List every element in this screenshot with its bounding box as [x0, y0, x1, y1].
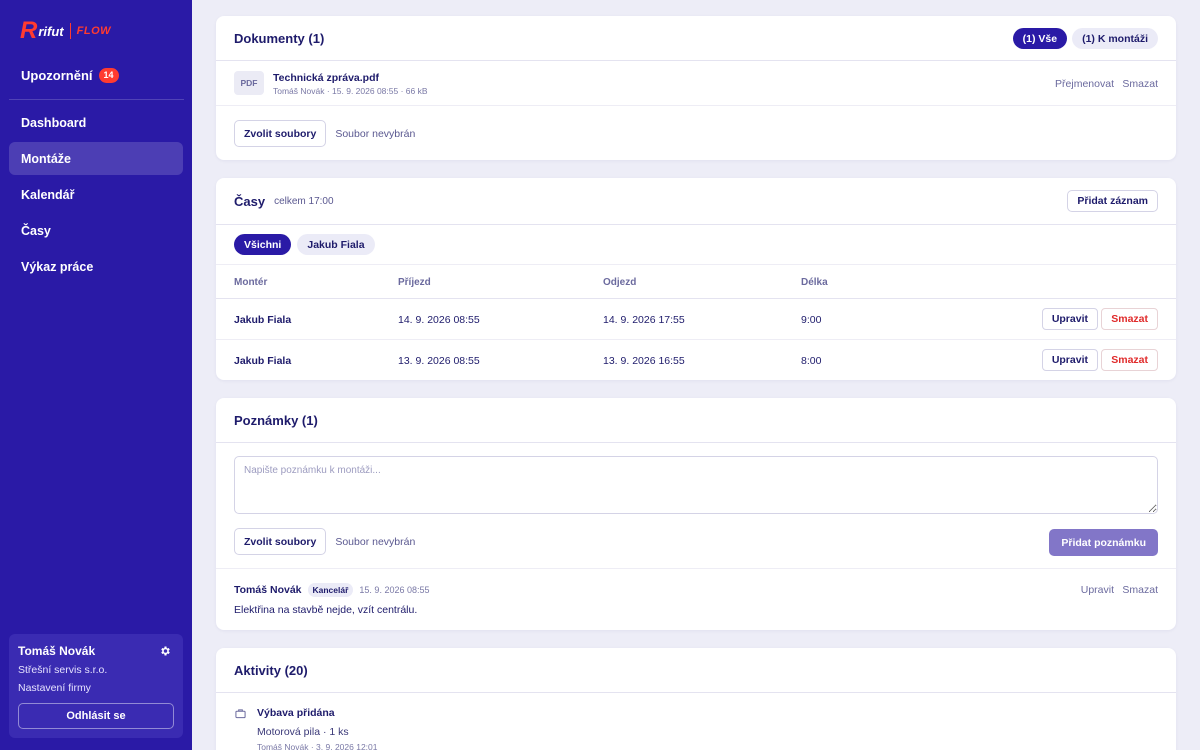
filter-worker-jakub-fiala[interactable]: Jakub Fiala: [297, 234, 375, 255]
rename-document-link[interactable]: Přejmenovat: [1055, 78, 1114, 90]
sidebar: R rifut FLOW Upozornění 14 Dashboard Mon…: [0, 0, 192, 750]
pdf-file-icon: PDF: [234, 71, 264, 95]
user-name: Tomáš Novák: [18, 644, 96, 658]
documents-header: Dokumenty (1) (1) Vše (1) K montáži: [216, 16, 1176, 61]
sidebar-item-casy[interactable]: Časy: [9, 214, 183, 247]
sidebar-item-montaze[interactable]: Montáže: [9, 142, 183, 175]
choose-files-button[interactable]: Zvolit soubory: [234, 528, 327, 555]
activity-title: Výbava přidána: [257, 707, 335, 719]
brand-mark: R: [20, 17, 38, 44]
delete-document-link[interactable]: Smazat: [1122, 78, 1158, 90]
no-file-label: Soubor nevybrán: [335, 535, 416, 548]
column-duration: Délka: [801, 277, 828, 288]
activity-meta: Tomáš Novák · 3. 9. 2026 12:01: [257, 742, 378, 750]
times-title: Časy: [234, 193, 266, 209]
notes-divider: [216, 568, 1176, 569]
table-row: Jakub Fiala 14. 9. 2026 08:55 14. 9. 202…: [216, 299, 1176, 340]
notifications-link[interactable]: Upozornění 14: [21, 68, 119, 83]
document-name[interactable]: Technická zpráva.pdf: [273, 72, 379, 84]
user-company: Střešní servis s.r.o.: [18, 664, 108, 676]
delete-row-button[interactable]: Smazat: [1101, 308, 1158, 330]
sidebar-item-kalendar[interactable]: Kalendář: [9, 178, 183, 211]
documents-card: Dokumenty (1) (1) Vše (1) K montáži PDF …: [216, 16, 1176, 160]
column-arrival: Příjezd: [398, 277, 431, 288]
times-table-header: Montér Příjezd Odjezd Délka: [216, 265, 1176, 299]
cell-worker: Jakub Fiala: [234, 314, 292, 326]
note-textarea[interactable]: [234, 456, 1158, 514]
document-row[interactable]: PDF Technická zpráva.pdf Tomáš Novák · 1…: [216, 61, 1176, 106]
user-card: Tomáš Novák Střešní servis s.r.o. Nastav…: [9, 634, 183, 738]
note-item-header: Tomáš Novák Kancelář 15. 9. 2026 08:55: [234, 583, 429, 597]
cell-arrival: 13. 9. 2026 08:55: [398, 355, 480, 367]
note-date: 15. 9. 2026 08:55: [359, 585, 430, 595]
activity-detail: Motorová pila · 1 ks: [257, 726, 349, 738]
column-worker: Montér: [234, 277, 268, 288]
activities-card: Aktivity (20) Výbava přidána Motorová pi…: [216, 648, 1176, 750]
cell-departure: 13. 9. 2026 16:55: [603, 355, 685, 367]
cell-duration: 8:00: [801, 355, 822, 367]
filter-k-montazi[interactable]: (1) K montáži: [1072, 28, 1158, 49]
note-author: Tomáš Novák: [234, 584, 302, 596]
times-card: Časy celkem 17:00 Přidat záznam Všichni …: [216, 178, 1176, 380]
choose-files-button[interactable]: Zvolit soubory: [234, 120, 327, 147]
table-row: Jakub Fiala 13. 9. 2026 08:55 13. 9. 202…: [216, 340, 1176, 380]
notes-upload: Zvolit soubory Soubor nevybrán: [234, 528, 415, 555]
sidebar-nav: Dashboard Montáže Kalendář Časy Výkaz pr…: [9, 106, 183, 286]
documents-filters: (1) Vše (1) K montáži: [1012, 28, 1158, 49]
brand-name: rifut: [38, 23, 64, 39]
sidebar-item-vykaz-prace[interactable]: Výkaz práce: [9, 250, 183, 283]
activities-title: Aktivity (20): [234, 662, 308, 678]
edit-row-button[interactable]: Upravit: [1041, 349, 1098, 371]
edit-note-link[interactable]: Upravit: [1081, 584, 1114, 596]
add-note-button[interactable]: Přidat poznámku: [1049, 529, 1158, 556]
filter-all[interactable]: (1) Vše: [1012, 28, 1068, 49]
note-text: Elektřina na stavbě nejde, vzít centrálu…: [234, 604, 418, 616]
toolbox-icon: [235, 709, 246, 719]
activities-header: Aktivity (20): [216, 648, 1176, 693]
logout-button[interactable]: Odhlásit se: [18, 703, 174, 729]
note-role-badge: Kancelář: [307, 583, 354, 597]
document-meta: Tomáš Novák · 15. 9. 2026 08:55 · 66 kB: [273, 86, 428, 96]
cell-departure: 14. 9. 2026 17:55: [603, 314, 685, 326]
times-filters: Všichni Jakub Fiala: [216, 225, 1176, 265]
notes-title: Poznámky (1): [234, 412, 318, 428]
company-settings-link[interactable]: Nastavení firmy: [18, 682, 174, 694]
times-header: Časy celkem 17:00 Přidat záznam: [216, 178, 1176, 225]
brand-logo[interactable]: R rifut FLOW: [20, 17, 112, 44]
edit-row-button[interactable]: Upravit: [1041, 308, 1098, 330]
add-time-record-button[interactable]: Přidat záznam: [1067, 190, 1158, 212]
cell-worker: Jakub Fiala: [234, 355, 292, 367]
sidebar-divider: [9, 99, 184, 100]
notes-card: Poznámky (1) Zvolit soubory Soubor nevyb…: [216, 398, 1176, 630]
cell-arrival: 14. 9. 2026 08:55: [398, 314, 480, 326]
cell-duration: 9:00: [801, 314, 822, 326]
brand-product: FLOW: [76, 25, 112, 37]
brand-separator: [69, 23, 71, 39]
no-file-label: Soubor nevybrán: [335, 127, 416, 140]
filter-all-workers[interactable]: Všichni: [234, 234, 292, 255]
notes-header: Poznámky (1): [216, 398, 1176, 443]
column-departure: Odjezd: [603, 277, 637, 288]
sidebar-item-dashboard[interactable]: Dashboard: [9, 106, 183, 139]
documents-title: Dokumenty (1): [234, 30, 325, 46]
documents-upload: Zvolit soubory Soubor nevybrán: [234, 120, 415, 147]
delete-row-button[interactable]: Smazat: [1101, 349, 1158, 371]
delete-note-link[interactable]: Smazat: [1122, 584, 1158, 596]
times-total: celkem 17:00: [274, 195, 334, 207]
notifications-label: Upozornění: [21, 68, 93, 83]
notifications-count-badge: 14: [98, 68, 119, 83]
gear-icon[interactable]: [159, 645, 171, 657]
